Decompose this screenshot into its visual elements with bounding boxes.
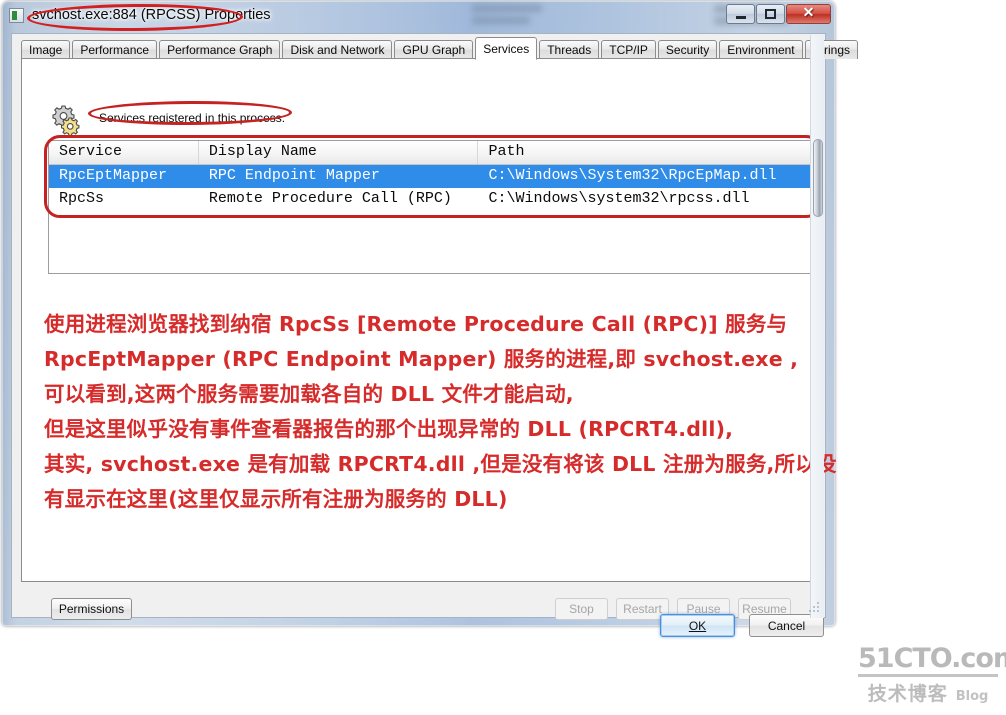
tab-label: Security [665, 43, 710, 57]
tab-threads[interactable]: Threads [539, 40, 600, 59]
tab-label: Image [29, 43, 63, 57]
annotation-line: 可以看到,这两个服务需要加载各自的 DLL 文件才能启动, [44, 382, 574, 406]
tab-label: Environment [727, 43, 795, 57]
restart-button-label: Restart [623, 602, 662, 616]
ok-button[interactable]: OK [660, 614, 735, 637]
stop-button-label: Stop [569, 602, 594, 616]
services-tab-page: Services registered in this process: Ser… [21, 58, 836, 620]
dialog-client-area: Image Performance Performance Graph Disk… [11, 33, 858, 637]
scrollbar-thumb[interactable] [813, 139, 823, 217]
services-list-header-row: Service Display Name Path [49, 141, 815, 165]
permissions-button-label: Permissions [58, 602, 125, 616]
ok-button-label: OK [688, 618, 707, 633]
gears-icon [52, 105, 80, 135]
tab-label: Performance [80, 43, 150, 57]
tab-label: Disk and Network [290, 43, 385, 57]
table-row[interactable]: RpcEptMapper RPC Endpoint Mapper C:\Wind… [49, 165, 815, 188]
properties-dialog-window: svchost.exe:884 (RPCSS) Properties ✕ Ima… [2, 1, 858, 637]
resize-grip[interactable] [809, 602, 821, 614]
tab-services[interactable]: Services [475, 37, 538, 60]
minimize-icon [735, 16, 746, 19]
cell-display-name: RPC Endpoint Mapper [208, 167, 380, 184]
table-row[interactable]: RpcSs Remote Procedure Call (RPC) C:\Win… [49, 188, 815, 211]
tab-label: Services [483, 42, 530, 56]
watermark-sub-row: 技术博客 Blog [858, 679, 998, 706]
tab-label: GPU Graph [402, 43, 466, 57]
tab-strip: Image Performance Performance Graph Disk… [21, 37, 860, 60]
cell-display-name: Remote Procedure Call (RPC) [208, 190, 452, 207]
title-bar[interactable]: svchost.exe:884 (RPCSS) Properties ✕ [2, 1, 835, 33]
cell-path: C:\Windows\system32\rpcss.dll [488, 190, 750, 207]
permissions-button[interactable]: Permissions [51, 598, 132, 620]
window-controls: ✕ [726, 4, 831, 24]
process-icon [9, 8, 24, 23]
title-annotation-ellipse [26, 3, 244, 32]
tab-tcp-ip[interactable]: TCP/IP [601, 40, 656, 59]
annotation-line: 使用进程浏览器找到纳宿 RpcSs [Remote Procedure Call… [44, 312, 788, 336]
cell-path: C:\Windows\System32\RpcEpMap.dll [488, 167, 777, 184]
close-button[interactable]: ✕ [786, 4, 831, 24]
watermark-sub-text: 技术博客 [867, 683, 948, 705]
watermark-blog-text: Blog [955, 689, 989, 704]
annotation-line: 其实, svchost.exe 是有加载 RPCRT4.dll ,但是没有将该 … [44, 452, 837, 476]
cell-service: RpcEptMapper [59, 167, 168, 184]
watermark-main-text: 51CTO.com [858, 645, 1006, 677]
tab-gpu-graph[interactable]: GPU Graph [394, 40, 474, 59]
annotation-text-block: 使用进程浏览器找到纳宿 RpcSs [Remote Procedure Call… [44, 307, 944, 517]
tab-environment[interactable]: Environment [719, 40, 803, 59]
tab-label: Performance Graph [167, 43, 273, 57]
annotation-line: 有显示在这里(这里仅显示所有注册为服务的 DLL) [44, 487, 508, 511]
tab-label: Threads [547, 43, 592, 57]
cancel-button-label: Cancel [767, 618, 806, 633]
vertical-scrollbar[interactable] [810, 35, 824, 618]
watermark: 51CTO.com 技术博客 Blog [858, 645, 1006, 706]
maximize-button[interactable] [756, 4, 785, 24]
column-header-path[interactable]: Path [478, 141, 815, 164]
cell-service: RpcSs [59, 190, 105, 207]
maximize-icon [765, 9, 776, 19]
tab-performance-graph[interactable]: Performance Graph [159, 40, 281, 59]
minimize-button[interactable] [726, 4, 755, 24]
services-listbox[interactable]: Service Display Name Path RpcEptMapper R… [48, 140, 816, 274]
stop-button[interactable]: Stop [555, 598, 608, 620]
tab-security[interactable]: Security [657, 40, 718, 59]
column-header-display-name[interactable]: Display Name [199, 141, 479, 164]
tab-performance[interactable]: Performance [72, 40, 158, 59]
close-icon: ✕ [802, 6, 815, 21]
tab-image[interactable]: Image [21, 40, 71, 59]
annotation-line: 但是这里似乎没有事件查看器报告的那个出现异常的 DLL (RPCRT4.dll)… [44, 417, 734, 441]
annotation-line: RpcEptMapper (RPC Endpoint Mapper) 服务的进程… [44, 347, 799, 371]
column-header-service[interactable]: Service [49, 141, 199, 164]
dialog-footer-buttons: OK Cancel [660, 614, 824, 637]
tab-disk-and-network[interactable]: Disk and Network [282, 40, 393, 59]
tab-label: TCP/IP [609, 43, 648, 57]
